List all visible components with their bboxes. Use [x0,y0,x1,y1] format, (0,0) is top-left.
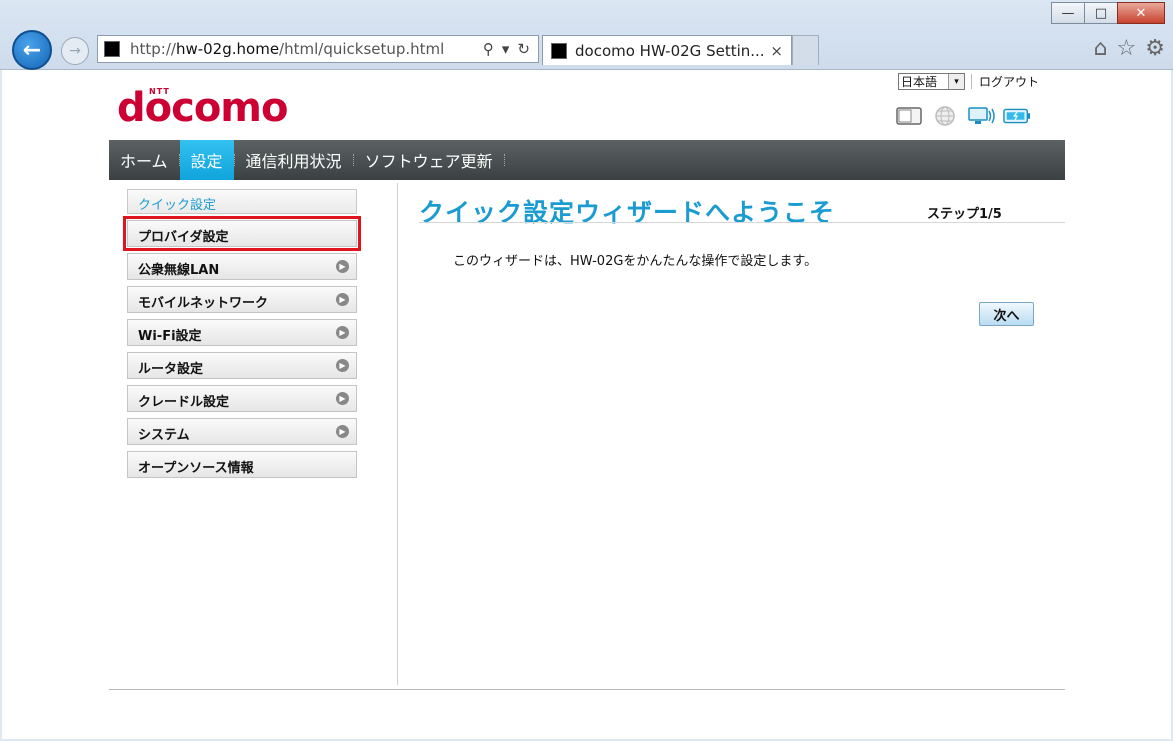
refresh-icon[interactable]: ↻ [517,40,530,58]
home-icon[interactable]: ⌂ [1094,36,1108,61]
sidebar-item-label: ルータ設定 [138,362,204,377]
browser-tab[interactable]: docomo HW-02G Settin... × [542,35,792,65]
globe-icon [931,106,959,126]
main-nav: ホーム 設定 通信利用状況 ソフトウェア更新 [109,140,1065,180]
wizard-description: このウィザードは、HW-02Gをかんたんな操作で設定します。 [453,254,818,269]
sidebar-item-label: プロバイダ設定 [138,230,229,245]
title-divider [419,222,1065,223]
nav-usage-status[interactable]: 通信利用状況 [235,140,353,180]
nav-home[interactable]: ホーム [109,140,179,180]
browser-chrome: — □ ✕ ← → http://hw-02g.home/html/quicks… [0,0,1173,70]
sidebar-item-cradle-settings[interactable]: クレードル設定 ▶ [127,385,357,412]
sidebar-item-router-settings[interactable]: ルータ設定 ▶ [127,352,357,379]
battery-icon [1003,106,1031,126]
close-window-button[interactable]: ✕ [1117,2,1165,24]
language-value: 日本語 [901,75,938,89]
page-viewport: NTT docomo 日本語 ▾ ログアウト ホーム 設定 通信利用状況 ソフト… [2,70,1171,739]
step-indicator: ステップ1/5 [927,207,1002,222]
nav-separator [503,154,505,166]
url-host: hw-02g.home [175,40,280,58]
tab-favicon-icon [551,42,567,59]
sidebar-item-open-source-info[interactable]: オープンソース情報 [127,451,357,478]
address-bar[interactable]: http://hw-02g.home/html/quicksetup.html … [97,35,539,63]
forward-button[interactable]: → [61,37,89,65]
page-title: クイック設定ウィザードへようこそ [419,198,836,227]
sidebar: クイック設定 プロバイダ設定 公衆無線LAN ▶ モバイルネットワーク ▶ Wi… [123,189,361,484]
chevron-right-icon: ▶ [336,326,349,339]
sidebar-item-label: Wi-Fi設定 [138,329,202,344]
docomo-logo: docomo [117,85,288,131]
footer-divider [109,689,1065,690]
router-page: NTT docomo 日本語 ▾ ログアウト ホーム 設定 通信利用状況 ソフト… [109,70,1065,739]
maximize-button[interactable]: □ [1084,2,1118,24]
sidebar-item-wifi-settings[interactable]: Wi-Fi設定 ▶ [127,319,357,346]
favicon-icon [104,41,120,57]
chevron-right-icon: ▶ [336,293,349,306]
sidebar-item-label: オープンソース情報 [138,461,254,476]
tab-close-icon[interactable]: × [770,42,791,60]
nav-settings[interactable]: 設定 [179,140,234,180]
url-text[interactable]: http://hw-02g.home/html/quicksetup.html [130,40,444,58]
wifi-client-icon [967,106,995,126]
search-icon[interactable]: ⚲ [483,40,494,58]
header-separator [971,74,972,89]
new-tab-button[interactable] [792,35,819,65]
sidebar-item-provider-settings[interactable]: プロバイダ設定 [123,216,361,251]
sim-icon [895,106,923,126]
tab-title: docomo HW-02G Settin... [575,41,765,60]
next-button[interactable]: 次へ [979,302,1034,326]
sidebar-item-public-wlan[interactable]: 公衆無線LAN ▶ [127,253,357,280]
minimize-button[interactable]: — [1051,2,1085,24]
chevron-right-icon: ▶ [336,260,349,273]
sidebar-item-quick-setup[interactable]: クイック設定 [127,189,357,214]
favorites-icon[interactable]: ☆ [1117,36,1137,61]
sidebar-item-label: クレードル設定 [138,395,230,410]
chevron-right-icon: ▶ [336,392,349,405]
url-prefix: http:// [130,40,176,58]
logout-link[interactable]: ログアウト [979,73,1039,90]
status-icons [895,106,1031,126]
sidebar-item-mobile-network[interactable]: モバイルネットワーク ▶ [127,286,357,313]
content-divider [397,183,398,685]
window-controls: — □ ✕ [1051,2,1165,24]
sidebar-item-label: 公衆無線LAN [138,263,220,278]
sidebar-item-label: システム [138,428,190,443]
url-path: /html/quicksetup.html [279,40,445,58]
chevron-down-icon: ▾ [948,74,964,89]
settings-gear-icon[interactable]: ⚙ [1145,36,1165,61]
back-button[interactable]: ← [12,30,52,70]
language-select[interactable]: 日本語 ▾ [898,73,965,90]
sidebar-item-system[interactable]: システム ▶ [127,418,357,445]
chevron-right-icon: ▶ [336,359,349,372]
nav-software-update[interactable]: ソフトウェア更新 [354,140,504,180]
chevron-right-icon: ▶ [336,425,349,438]
dropdown-icon[interactable]: ▾ [502,40,510,58]
sidebar-item-label: モバイルネットワーク [138,296,269,311]
